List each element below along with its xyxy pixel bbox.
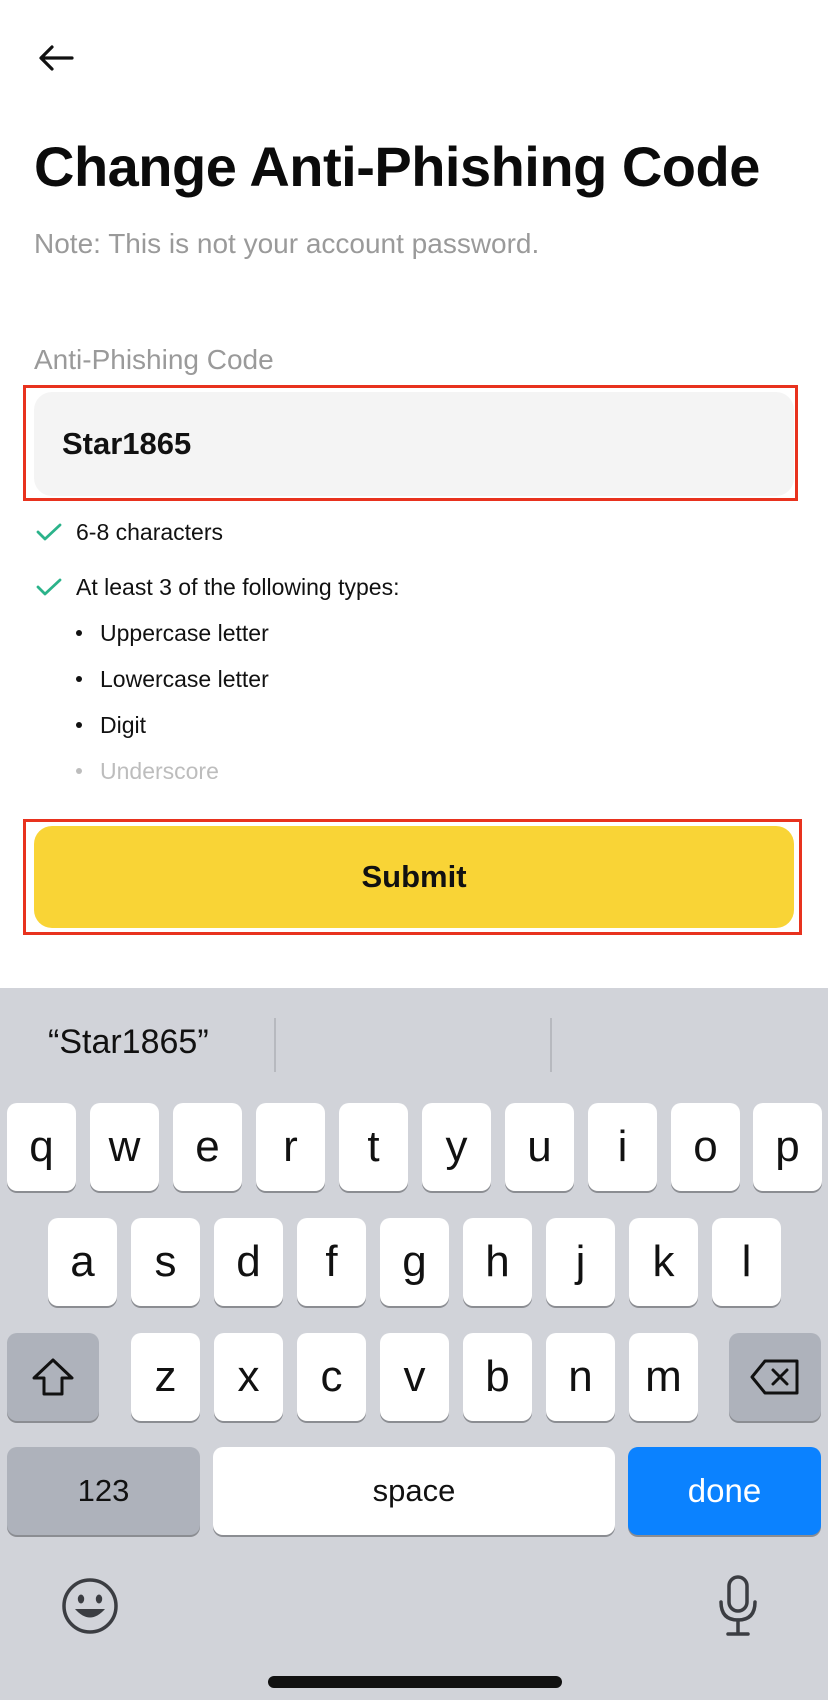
check-icon bbox=[34, 572, 64, 602]
key-q[interactable]: q bbox=[7, 1103, 76, 1191]
key-m[interactable]: m bbox=[629, 1333, 698, 1421]
done-key[interactable]: done bbox=[628, 1447, 821, 1535]
key-e[interactable]: e bbox=[173, 1103, 242, 1191]
emoji-icon bbox=[62, 1578, 118, 1634]
suggestion-item[interactable]: “Star1865” bbox=[48, 988, 209, 1096]
key-a[interactable]: a bbox=[48, 1218, 117, 1306]
microphone-icon bbox=[719, 1575, 757, 1636]
type-lowercase: Lowercase letter bbox=[34, 659, 794, 699]
key-i[interactable]: i bbox=[588, 1103, 657, 1191]
shift-key[interactable] bbox=[7, 1333, 99, 1421]
key-f[interactable]: f bbox=[297, 1218, 366, 1306]
home-indicator bbox=[268, 1676, 562, 1688]
suggestion-divider bbox=[274, 1018, 276, 1072]
key-n[interactable]: n bbox=[546, 1333, 615, 1421]
key-u[interactable]: u bbox=[505, 1103, 574, 1191]
backspace-icon bbox=[750, 1359, 799, 1395]
type-text: Uppercase letter bbox=[100, 619, 269, 646]
type-digit: Digit bbox=[34, 705, 794, 745]
key-r[interactable]: r bbox=[256, 1103, 325, 1191]
backspace-key[interactable] bbox=[729, 1333, 821, 1421]
key-j[interactable]: j bbox=[546, 1218, 615, 1306]
shift-icon bbox=[32, 1358, 74, 1396]
rule-length: 6-8 characters bbox=[34, 512, 794, 552]
back-button[interactable] bbox=[34, 38, 78, 78]
key-o[interactable]: o bbox=[671, 1103, 740, 1191]
key-g[interactable]: g bbox=[380, 1218, 449, 1306]
arrow-left-icon bbox=[39, 45, 74, 71]
emoji-button[interactable] bbox=[55, 1571, 125, 1641]
keyboard: “Star1865” q w e r t y u i o p a s d f g… bbox=[0, 988, 828, 1700]
key-s[interactable]: s bbox=[131, 1218, 200, 1306]
page-title: Change Anti-Phishing Code bbox=[34, 135, 760, 198]
field-label: Anti-Phishing Code bbox=[34, 344, 274, 375]
type-text: Underscore bbox=[100, 757, 219, 784]
key-p[interactable]: p bbox=[753, 1103, 822, 1191]
type-uppercase: Uppercase letter bbox=[34, 613, 794, 653]
suggestion-bar: “Star1865” bbox=[0, 988, 828, 1096]
key-l[interactable]: l bbox=[712, 1218, 781, 1306]
key-w[interactable]: w bbox=[90, 1103, 159, 1191]
key-b[interactable]: b bbox=[463, 1333, 532, 1421]
rule-types: At least 3 of the following types: bbox=[34, 567, 794, 607]
key-v[interactable]: v bbox=[380, 1333, 449, 1421]
input-value: Star1865 bbox=[62, 426, 192, 461]
rule-text: 6-8 characters bbox=[76, 518, 224, 545]
submit-button[interactable]: Submit bbox=[34, 826, 794, 928]
bullet-icon bbox=[76, 630, 82, 636]
type-text: Digit bbox=[100, 711, 147, 738]
check-icon bbox=[34, 517, 64, 547]
key-t[interactable]: t bbox=[339, 1103, 408, 1191]
key-c[interactable]: c bbox=[297, 1333, 366, 1421]
anti-phishing-code-input[interactable]: Star1865 bbox=[34, 392, 794, 496]
space-key[interactable]: space bbox=[213, 1447, 615, 1535]
requirements-list: 6-8 characters At least 3 of the followi… bbox=[34, 512, 794, 791]
bullet-icon bbox=[76, 722, 82, 728]
bullet-icon bbox=[76, 768, 82, 774]
type-underscore: Underscore bbox=[34, 751, 794, 791]
key-d[interactable]: d bbox=[214, 1218, 283, 1306]
bullet-icon bbox=[76, 676, 82, 682]
key-k[interactable]: k bbox=[629, 1218, 698, 1306]
microphone-button[interactable] bbox=[703, 1571, 773, 1641]
key-z[interactable]: z bbox=[131, 1333, 200, 1421]
key-h[interactable]: h bbox=[463, 1218, 532, 1306]
type-text: Lowercase letter bbox=[100, 665, 269, 692]
numbers-key[interactable]: 123 bbox=[7, 1447, 200, 1535]
key-y[interactable]: y bbox=[422, 1103, 491, 1191]
suggestion-divider bbox=[550, 1018, 552, 1072]
key-x[interactable]: x bbox=[214, 1333, 283, 1421]
password-note: Note: This is not your account password. bbox=[34, 228, 540, 259]
rule-text: At least 3 of the following types: bbox=[76, 573, 400, 600]
